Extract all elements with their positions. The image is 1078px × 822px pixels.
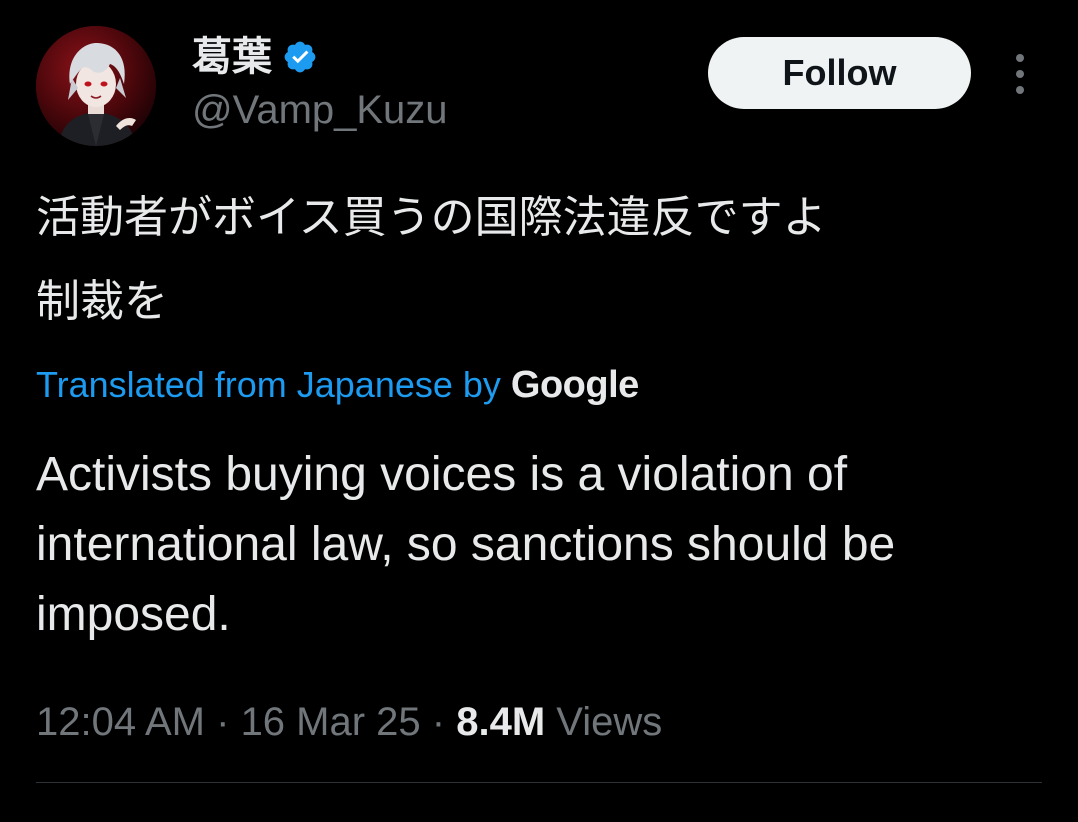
tweet-text-line-2: 制裁を <box>36 276 168 327</box>
tweet-text-line-1: 活動者がボイス買うの国際法違反ですよ <box>36 192 827 243</box>
follow-button[interactable]: Follow <box>708 37 971 109</box>
more-vertical-icon[interactable] <box>1006 54 1034 94</box>
more-dot <box>1016 86 1024 94</box>
avatar-illustration <box>36 26 156 146</box>
more-dot <box>1016 54 1024 62</box>
more-dot <box>1016 70 1024 78</box>
meta-separator: · <box>420 699 457 744</box>
views-count[interactable]: 8.4M <box>456 700 545 745</box>
meta-separator: · <box>205 699 241 744</box>
author-handle[interactable]: @Vamp_Kuzu <box>192 82 448 138</box>
tweet-translation: Activists buying voices is a violation o… <box>36 448 896 641</box>
views-label[interactable]: Views <box>556 700 662 745</box>
avatar[interactable] <box>36 26 156 146</box>
google-logo: Google <box>510 363 639 406</box>
tweet-original-text: 活動者がボイス買うの国際法違反ですよ 制裁を <box>36 176 1036 344</box>
views-spacer <box>545 700 556 745</box>
verified-badge-icon <box>284 41 316 73</box>
tweet-header: 葛葉 @Vamp_Kuzu Follow <box>36 26 1046 146</box>
display-name-row: 葛葉 <box>192 32 448 82</box>
author-block: 葛葉 @Vamp_Kuzu <box>192 32 448 138</box>
display-name[interactable]: 葛葉 <box>192 32 272 82</box>
tweet-meta: 12:04 AM · 16 Mar 25 · 8.4M Views <box>36 694 662 750</box>
translated-from-link[interactable]: Translated from Japanese by <box>36 364 501 406</box>
tweet-time[interactable]: 12:04 AM <box>36 700 205 745</box>
divider <box>36 782 1042 783</box>
tweet-date[interactable]: 16 Mar 25 <box>241 700 421 745</box>
translation-attribution: Translated from Japanese by Google <box>36 360 639 410</box>
